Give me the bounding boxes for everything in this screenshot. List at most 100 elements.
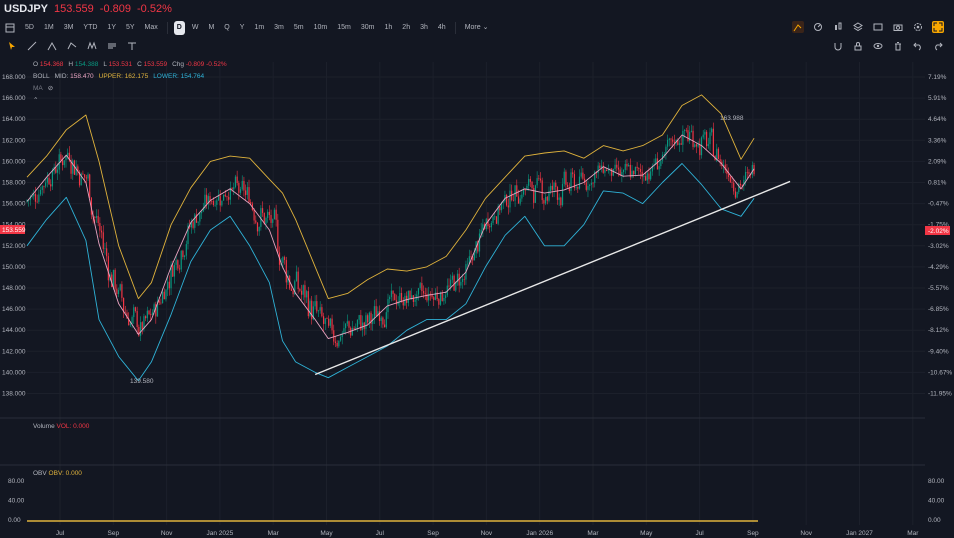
price-tick: 150.000	[2, 264, 26, 271]
price-axis[interactable]: 168.000 166.000 164.000 162.000 160.000 158.0…	[2, 74, 26, 398]
candle-body	[470, 256, 472, 257]
candle-body	[45, 182, 47, 187]
candle-body	[239, 189, 242, 193]
candle-body	[578, 176, 581, 189]
percent-axis[interactable]: 7.19%5.91%4.64%3.36%2.09%0.81%-0.47%-1.7…	[928, 74, 952, 398]
time-tick: Jan 2025	[207, 530, 234, 537]
candle-body	[490, 222, 492, 228]
time-axis[interactable]: Jul Sep Nov Jan 2025 Mar May Jul Sep Nov Jan 2026…	[56, 530, 919, 537]
chevron-up-icon[interactable]: ⌃	[33, 95, 38, 107]
candle-body	[358, 315, 360, 320]
time-tick: Nov	[800, 530, 812, 537]
time-tick: Sep	[108, 530, 120, 537]
candle-body	[324, 318, 326, 324]
candle-body	[728, 173, 730, 177]
candle-body	[648, 173, 650, 180]
candle-body	[694, 144, 696, 148]
candle-body	[646, 173, 648, 181]
candle-body	[711, 128, 713, 133]
percent-tick: 3.36%	[928, 137, 947, 144]
candle-body	[529, 178, 531, 182]
candle-body	[399, 292, 401, 302]
ma-label: MA	[33, 85, 43, 92]
candle-body	[241, 180, 243, 190]
low-annotation: 139.580	[130, 378, 154, 385]
price-tick: 168.000	[2, 74, 26, 81]
candle-body	[409, 290, 411, 299]
candle-body	[243, 180, 245, 191]
candle-body	[463, 279, 465, 280]
candle-body	[392, 290, 394, 294]
percent-tick: -5.57%	[928, 285, 949, 292]
candle-body	[167, 281, 169, 290]
chart-grid	[27, 62, 925, 525]
candle-body	[509, 190, 511, 208]
candle-body	[682, 130, 684, 145]
candle-body	[253, 209, 255, 221]
candle-body	[272, 219, 274, 223]
collapse-row[interactable]: ⌃	[33, 95, 227, 107]
candle-body	[563, 171, 565, 184]
candle-body	[236, 176, 238, 184]
candle-body	[87, 174, 89, 179]
candle-body	[302, 285, 304, 295]
candle-body	[639, 169, 642, 172]
candle-body	[246, 187, 248, 195]
candle-body	[550, 185, 552, 192]
candle-body	[582, 172, 584, 179]
candle-body	[348, 321, 350, 328]
percent-tick: -10.67%	[928, 369, 952, 376]
candle-body	[729, 176, 731, 183]
candle-body	[736, 192, 738, 198]
candle-body	[356, 319, 359, 328]
candle-body	[275, 209, 277, 220]
candle-body	[292, 290, 294, 295]
obv-value-label: OBV:	[48, 470, 64, 477]
candle-body	[734, 191, 737, 198]
candle-body	[307, 291, 309, 317]
candle-body	[212, 201, 215, 206]
candle-body	[634, 166, 637, 175]
candle-body	[99, 222, 101, 231]
candle-body	[587, 186, 589, 190]
boll-lower-line	[26, 163, 755, 382]
candle-body	[712, 128, 714, 156]
trendline-drawing[interactable]	[314, 180, 791, 376]
candle-body	[390, 290, 392, 298]
change-value: Chg -0.809 -0.52%	[172, 61, 227, 68]
candle-body	[597, 165, 599, 174]
candle-body	[707, 144, 709, 147]
candle-body	[180, 250, 182, 270]
candle-body	[592, 182, 594, 184]
boll-upper: UPPER: 162.175	[98, 73, 149, 80]
time-tick: Jul	[695, 530, 704, 537]
percent-tick: -3.02%	[928, 243, 949, 250]
candle-body	[346, 321, 348, 324]
boll-mid: MID: 158.470	[54, 73, 94, 80]
candle-body	[50, 184, 52, 187]
candle-body	[175, 260, 177, 265]
eye-off-icon[interactable]: ⊘	[48, 83, 53, 95]
time-tick: Nov	[481, 530, 493, 537]
candle-body	[433, 297, 435, 300]
candle-body	[417, 288, 420, 295]
obv-axis: 80.00 80.00 40.00 40.00 0.00 0.00	[8, 478, 945, 524]
candle-body	[683, 129, 686, 131]
candle-body	[373, 306, 376, 319]
candle-body	[699, 144, 701, 156]
ma-row[interactable]: MA ⊘	[33, 83, 227, 95]
candle-body	[41, 186, 43, 190]
candle-body	[656, 158, 659, 170]
ohlc-legend: O 154.368 H 154.388 L 153.531 C 153.559 …	[33, 59, 227, 107]
candle-body	[339, 337, 342, 341]
candle-body	[112, 269, 115, 288]
candle-body	[611, 168, 613, 176]
candle-body	[606, 169, 608, 172]
boll-row[interactable]: BOLL MID: 158.470 UPPER: 162.175 LOWER: …	[33, 71, 227, 83]
percent-tick: -8.12%	[928, 327, 949, 334]
candle-body	[316, 301, 318, 312]
candle-body	[177, 260, 179, 269]
candle-body	[589, 184, 591, 187]
candle-body	[192, 221, 194, 228]
candle-body	[326, 318, 328, 319]
